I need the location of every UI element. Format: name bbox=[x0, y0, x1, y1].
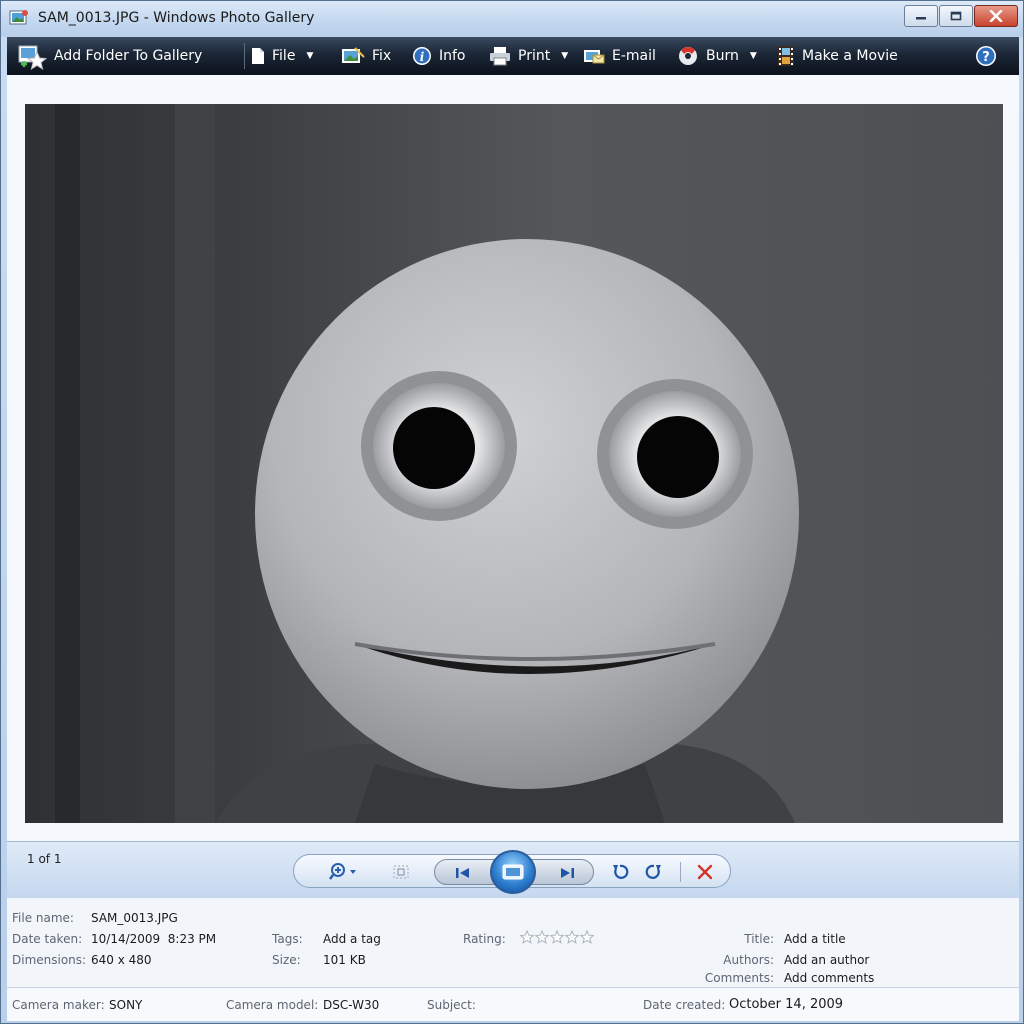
close-button[interactable] bbox=[974, 5, 1018, 27]
navigation-bar: 1 of 1 bbox=[7, 841, 1019, 897]
zoom-button[interactable] bbox=[324, 855, 364, 889]
maximize-icon bbox=[950, 11, 962, 21]
date-taken-value[interactable]: 10/14/2009 8:23 PM bbox=[91, 932, 216, 946]
info-icon: i bbox=[413, 47, 431, 65]
previous-button[interactable] bbox=[443, 860, 483, 886]
email-label: E-mail bbox=[612, 48, 656, 64]
print-menu-button[interactable]: Print ▼ bbox=[489, 37, 568, 75]
date-created-label: Date created: bbox=[643, 998, 726, 1012]
camera-maker-value: SONY bbox=[109, 998, 143, 1012]
add-author-field[interactable]: Add an author bbox=[784, 953, 869, 967]
burn-label: Burn bbox=[706, 48, 739, 64]
slide-show-icon bbox=[502, 864, 524, 880]
add-tag-field[interactable]: Add a tag bbox=[323, 932, 381, 946]
zoom-magnifier-icon bbox=[329, 863, 356, 880]
subject-label: Subject: bbox=[427, 998, 476, 1012]
file-label: File bbox=[272, 48, 296, 64]
photo-viewer-image[interactable] bbox=[25, 104, 1003, 823]
camera-model-value: DSC-W30 bbox=[323, 998, 380, 1012]
command-toolbar: Add Folder To Gallery File ▼ Fix i Info … bbox=[7, 37, 1019, 75]
navigation-controls bbox=[293, 850, 731, 894]
print-label: Print bbox=[518, 48, 551, 64]
burn-menu-button[interactable]: Burn ▼ bbox=[677, 37, 757, 75]
file-menu-button[interactable]: File ▼ bbox=[251, 37, 313, 75]
delete-button[interactable] bbox=[690, 855, 720, 889]
email-icon bbox=[584, 50, 605, 64]
document-icon bbox=[252, 48, 264, 64]
previous-icon bbox=[456, 868, 469, 878]
date-taken-label: Date taken: bbox=[12, 932, 83, 946]
rating-star-icon[interactable] bbox=[520, 930, 534, 944]
add-folder-star-icon bbox=[18, 45, 47, 70]
help-icon: ? bbox=[976, 46, 996, 66]
next-button[interactable] bbox=[547, 860, 587, 886]
dimensions-value: 640 x 480 bbox=[91, 953, 152, 967]
help-button[interactable]: ? bbox=[975, 37, 997, 75]
svg-text:?: ? bbox=[982, 50, 990, 65]
rotate-clockwise-button[interactable] bbox=[640, 855, 668, 889]
camera-maker-label: Camera maker: bbox=[12, 998, 105, 1012]
image-counter: 1 of 1 bbox=[27, 852, 62, 866]
rating-star-icon[interactable] bbox=[580, 930, 594, 944]
close-icon bbox=[989, 10, 1003, 22]
add-folder-label: Add Folder To Gallery bbox=[54, 48, 203, 64]
make-a-movie-label: Make a Movie bbox=[802, 48, 898, 64]
minimize-icon bbox=[916, 17, 926, 20]
metadata-row: Camera maker: SONY Camera model: DSC-W30… bbox=[7, 987, 1019, 1021]
chevron-down-icon: ▼ bbox=[561, 51, 569, 61]
rating-star-icon[interactable] bbox=[535, 930, 549, 944]
toolbar-separator bbox=[244, 43, 245, 69]
title-label: Title: bbox=[744, 932, 774, 946]
add-title-field[interactable]: Add a title bbox=[784, 932, 846, 946]
size-value: 101 KB bbox=[323, 953, 366, 967]
email-button[interactable]: E-mail bbox=[583, 37, 656, 75]
tags-label: Tags: bbox=[272, 932, 303, 946]
svg-text:i: i bbox=[420, 50, 425, 64]
info-label: Info bbox=[439, 48, 466, 64]
dimensions-label: Dimensions: bbox=[12, 953, 87, 967]
title-bar[interactable]: SAM_0013.JPG - Windows Photo Gallery bbox=[1, 1, 1023, 37]
photo-gallery-app-icon bbox=[9, 9, 29, 27]
printer-icon bbox=[490, 47, 510, 66]
rating-stars[interactable] bbox=[520, 930, 594, 944]
info-button[interactable]: i Info bbox=[412, 37, 466, 75]
actual-size-button[interactable] bbox=[386, 855, 416, 889]
chevron-down-icon: ▼ bbox=[749, 51, 757, 61]
next-icon bbox=[561, 868, 574, 878]
size-label: Size: bbox=[272, 953, 301, 967]
window-title: SAM_0013.JPG - Windows Photo Gallery bbox=[38, 10, 315, 26]
rotate-counterclockwise-button[interactable] bbox=[606, 855, 634, 889]
add-comments-field[interactable]: Add comments bbox=[784, 971, 874, 985]
info-pane: File name: SAM_0013.JPG Date taken: 10/1… bbox=[7, 897, 1019, 987]
add-folder-to-gallery-button[interactable]: Add Folder To Gallery bbox=[17, 37, 202, 75]
date-created-value: October 14, 2009 bbox=[729, 997, 844, 1012]
minimize-button[interactable] bbox=[904, 5, 938, 27]
file-name-label: File name: bbox=[12, 911, 74, 925]
photo-gallery-window: SAM_0013.JPG - Windows Photo Gallery Add… bbox=[0, 0, 1024, 1024]
comments-label: Comments: bbox=[704, 971, 774, 985]
delete-x-icon bbox=[697, 864, 713, 880]
disc-burn-icon bbox=[679, 47, 697, 65]
rating-label: Rating: bbox=[463, 932, 506, 946]
puppet-photo bbox=[25, 104, 1003, 823]
actual-size-icon bbox=[393, 865, 409, 879]
rotate-left-icon bbox=[613, 864, 629, 879]
file-name-value[interactable]: SAM_0013.JPG bbox=[91, 911, 178, 925]
chevron-down-icon: ▼ bbox=[306, 51, 314, 61]
film-icon bbox=[778, 46, 794, 66]
rating-star-icon[interactable] bbox=[550, 930, 564, 944]
rotate-right-icon bbox=[645, 864, 661, 879]
fix-image-icon bbox=[342, 47, 365, 63]
authors-label: Authors: bbox=[723, 953, 774, 967]
camera-model-label: Camera model: bbox=[226, 998, 319, 1012]
play-slide-show-button[interactable] bbox=[490, 850, 536, 894]
make-a-movie-button[interactable]: Make a Movie bbox=[777, 37, 898, 75]
maximize-button[interactable] bbox=[939, 5, 973, 27]
fix-label: Fix bbox=[372, 48, 392, 64]
rating-star-icon[interactable] bbox=[565, 930, 579, 944]
nav-separator bbox=[680, 862, 681, 882]
fix-button[interactable]: Fix bbox=[341, 37, 391, 75]
